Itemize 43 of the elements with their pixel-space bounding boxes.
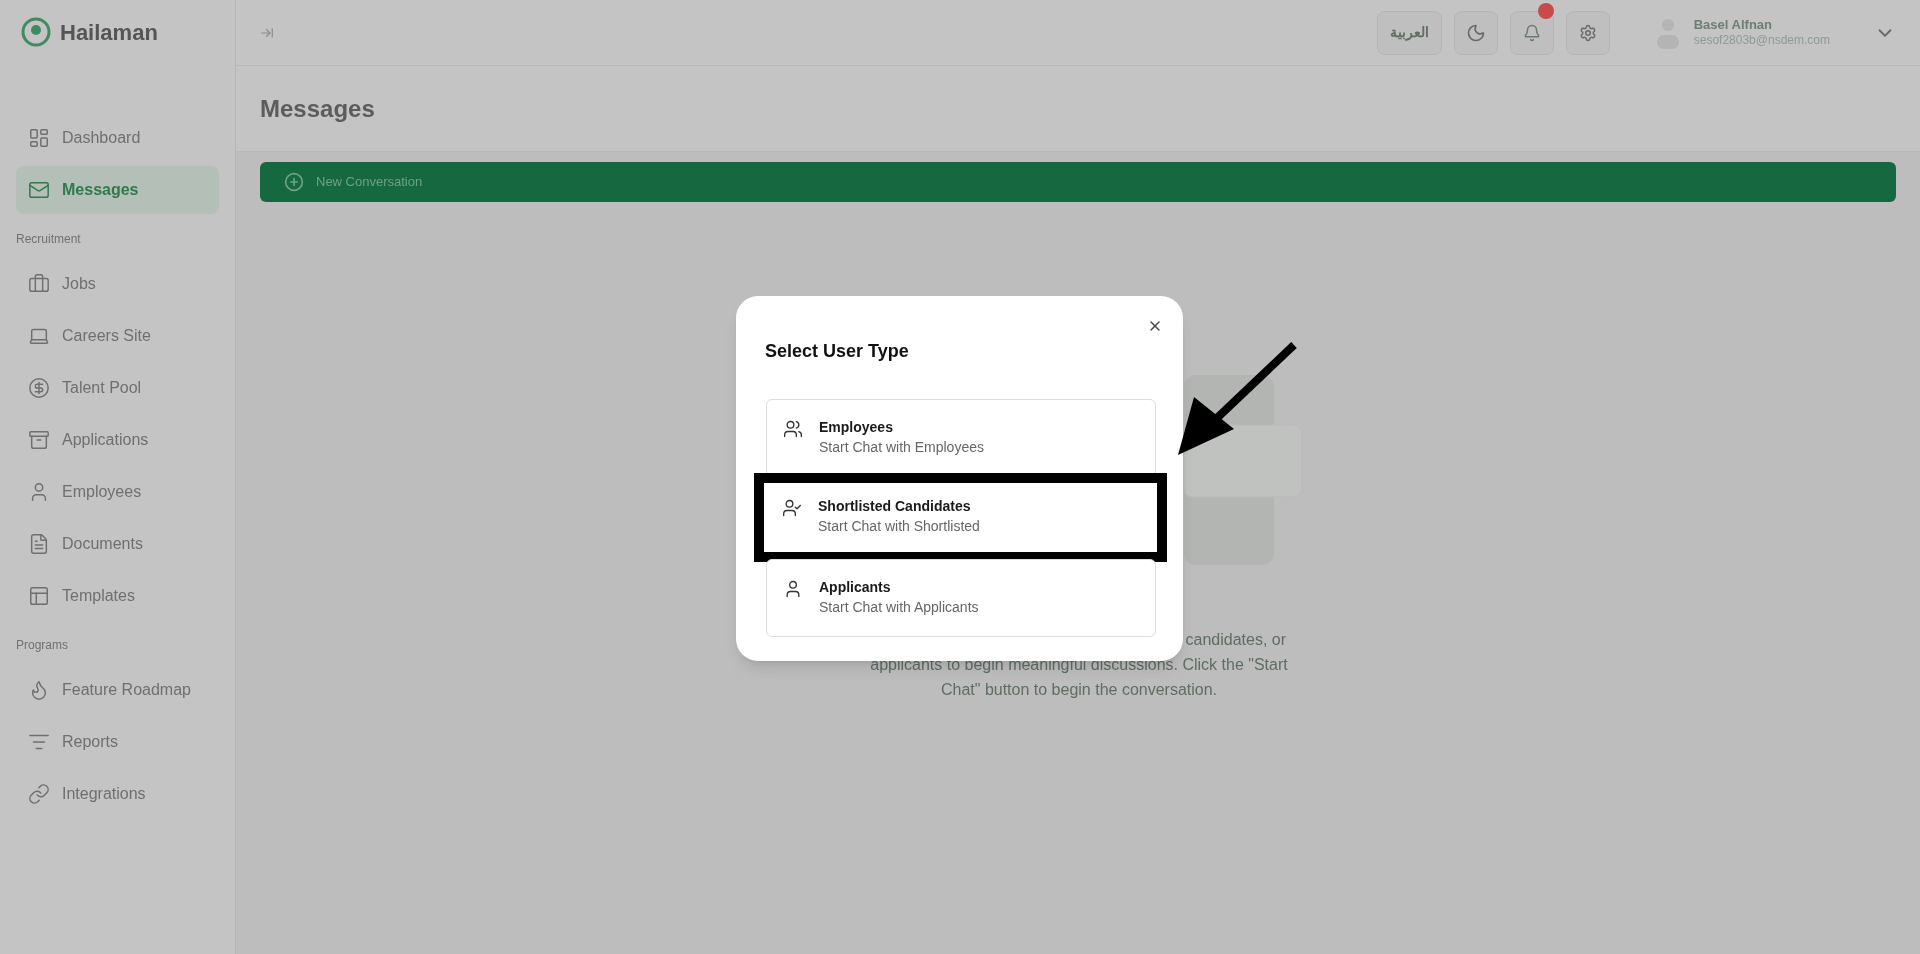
moon-icon (1465, 22, 1486, 43)
language-button[interactable]: العربية (1376, 10, 1442, 55)
sidebar-item[interactable]: Feature Roadmap (16, 666, 219, 714)
dialog-title: Select User Type (765, 340, 910, 363)
archive-icon (28, 429, 50, 451)
plus-icon (284, 172, 304, 192)
section-heading: Recruitment (16, 231, 82, 248)
mail-icon (28, 179, 50, 201)
sidebar-item[interactable]: Messages (16, 166, 219, 214)
sidebar-item[interactable]: Dashboard (16, 114, 219, 162)
sidebar-item[interactable]: Jobs (16, 260, 219, 308)
sidebar-toggle-icon[interactable] (260, 25, 274, 40)
link-icon (28, 783, 50, 805)
bell-icon (1522, 23, 1541, 42)
notifications-button[interactable] (1509, 10, 1554, 55)
empty-state-text: Chat" button to begin the conversation. (940, 680, 1218, 700)
sidebar-item[interactable]: Templates (16, 572, 219, 620)
page-title: Messages (260, 93, 375, 124)
document-icon (28, 533, 50, 555)
users-icon (783, 419, 803, 439)
sidebar-item[interactable]: Reports (16, 718, 219, 766)
coin-icon (28, 377, 50, 399)
empty-state-text: candidates, or (1185, 630, 1287, 650)
template-icon (28, 585, 50, 607)
user-name: Basel Alfnan (1693, 16, 1773, 34)
sidebar-item[interactable]: Applications (16, 416, 219, 464)
theme-button[interactable] (1453, 10, 1498, 55)
section-heading: Programs (16, 637, 69, 654)
sidebar-item[interactable]: Employees (16, 468, 219, 516)
logo-icon (20, 16, 52, 48)
user-check-icon (782, 498, 802, 518)
sidebar-item[interactable]: Integrations (16, 770, 219, 818)
brand-name: Hailaman (60, 18, 158, 47)
empty-state-text: applicants to begin meaningful discussions. Click the "Start (870, 655, 1288, 675)
dashboard-icon (28, 127, 50, 149)
sidebar-item[interactable]: Careers Site (16, 312, 219, 360)
sidebar-item[interactable]: Documents (16, 520, 219, 568)
settings-button[interactable] (1565, 10, 1610, 55)
new-conversation-button[interactable]: New Conversation (260, 162, 1896, 202)
sidebar-item[interactable]: Talent Pool (16, 364, 219, 412)
settings-icon (1578, 23, 1597, 42)
briefcase-icon (28, 273, 50, 295)
user-type-option[interactable]: Applicants Start Chat with Applicants (766, 559, 1156, 637)
